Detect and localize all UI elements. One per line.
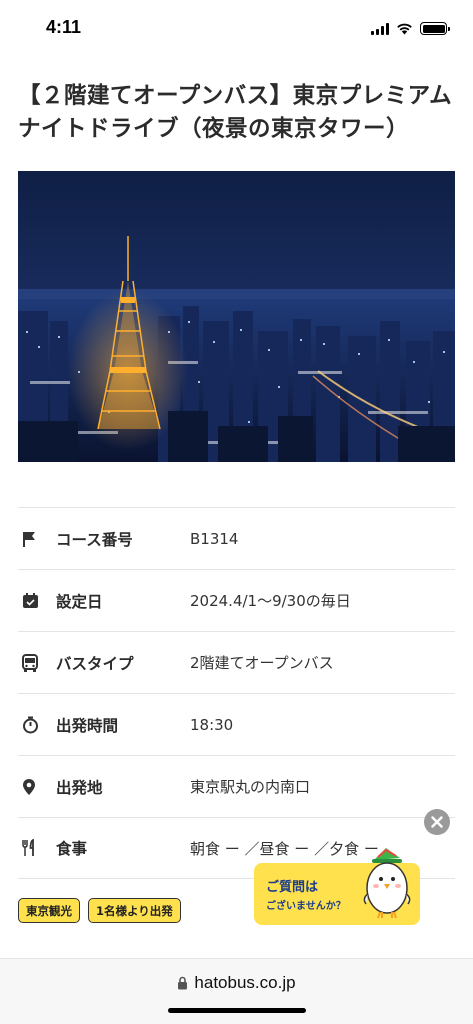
info-label: コース番号: [56, 530, 133, 549]
map-pin-icon: [18, 776, 48, 798]
status-icons: [371, 22, 450, 35]
info-row-bus-type: バスタイプ 2階建てオープンバス: [18, 631, 455, 693]
info-value: 18:30: [190, 715, 234, 734]
browser-address-bar[interactable]: hatobus.co.jp: [0, 958, 473, 1024]
info-value: 2024.4/1〜9/30の毎日: [190, 592, 351, 610]
pigeon-mascot-icon[interactable]: [356, 846, 416, 922]
course-tags: 東京観光 1名様より出発: [18, 898, 181, 923]
tokyo-tower-night-photo: [18, 171, 455, 462]
info-value: B1314: [190, 529, 239, 548]
info-label: 設定日: [56, 592, 103, 611]
info-label: 食事: [56, 840, 88, 858]
url-text: hatobus.co.jp: [194, 973, 296, 992]
battery-icon: [420, 22, 450, 35]
stopwatch-icon: [18, 714, 48, 736]
cellular-signal-icon: [371, 22, 389, 35]
close-chat-widget-button[interactable]: [424, 809, 450, 835]
info-label: 出発時間: [56, 716, 119, 735]
info-value: 朝食 ー ／昼食 ー ／夕食 ー: [190, 839, 379, 858]
lock-icon: [178, 976, 188, 990]
info-row-departure-place: 出発地 東京駅丸の内南口: [18, 755, 455, 817]
info-row-departure-time: 出発時間 18:30: [18, 693, 455, 755]
calendar-icon: [18, 590, 48, 612]
chat-widget-subtitle: ございませんか？: [266, 901, 346, 912]
info-value: 2階建てオープンバス: [190, 654, 334, 672]
tag-badge[interactable]: 東京観光: [18, 898, 80, 923]
close-icon: [431, 816, 443, 828]
home-indicator[interactable]: [168, 1008, 306, 1013]
info-label: 出発地: [56, 778, 103, 797]
chat-widget-title: ご質問は: [266, 880, 319, 895]
wifi-icon: [397, 23, 412, 35]
page-title: 【２階建てオープンバス】東京プレミアムナイトドライブ（夜景の東京タワー）: [18, 83, 453, 142]
info-row-dates: 設定日 2024.4/1〜9/30の毎日: [18, 569, 455, 631]
info-value: 東京駅丸の内南口: [190, 778, 311, 796]
tag-badge[interactable]: 1名様より出発: [88, 898, 181, 923]
bus-icon: [18, 652, 48, 674]
status-time: 4:11: [46, 17, 82, 37]
status-bar: 4:11: [0, 0, 473, 60]
info-row-course-number: コース番号 B1314: [18, 507, 455, 569]
cutlery-icon: [18, 837, 48, 859]
flag-icon: [18, 528, 48, 550]
info-label: バスタイプ: [56, 654, 134, 673]
course-info-list: コース番号 B1314 設定日 2024.4/1〜9/30の毎日 バスタイプ 2…: [18, 507, 455, 879]
hero-image: [18, 171, 455, 462]
